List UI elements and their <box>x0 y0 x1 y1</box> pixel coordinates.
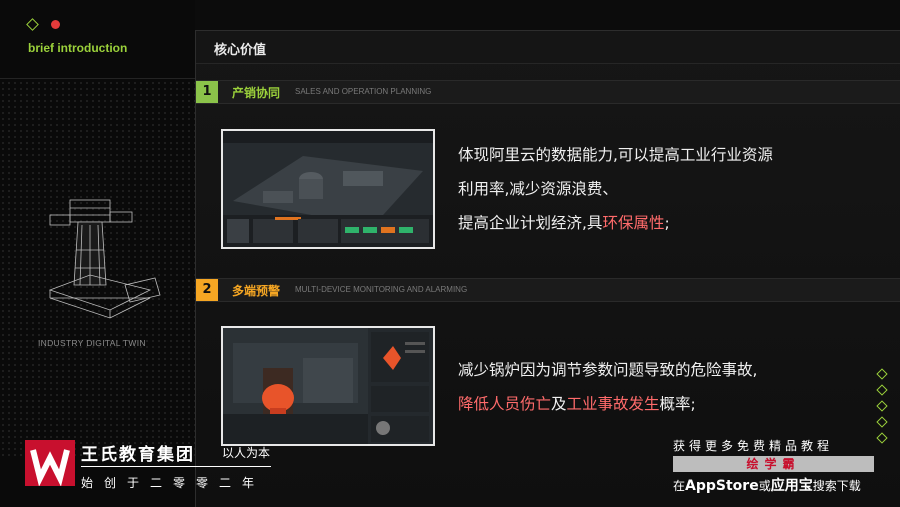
main-panel: 核心价值 1 产销协同 SALES AND OPERATION PLANNING <box>195 30 900 507</box>
factory-dashboard-screenshot <box>221 129 435 249</box>
diamond-icon <box>26 18 39 31</box>
text-fragment: 提高企业计划经济,具 <box>458 214 603 232</box>
yingyongbao-label: 应用宝 <box>770 478 813 494</box>
page-title: 核心价值 <box>214 43 267 58</box>
section-1-description: 体现阿里云的数据能力,可以提高工业行业资源 利用率,减少资源浪费、 提高企业计划… <box>458 138 773 240</box>
right-decoration <box>876 368 888 444</box>
section-header-2: 2 多端预警 MULTI-DEVICE MONITORING AND ALARM… <box>196 278 900 302</box>
text-fragment: ; <box>664 214 670 232</box>
section-title: 产销协同 <box>232 86 281 100</box>
appstore-label: AppStore <box>685 478 759 494</box>
highlight-text: 降低人员伤亡 <box>458 395 552 413</box>
section-subtitle: SALES AND OPERATION PLANNING <box>295 87 432 96</box>
text-line: 体现阿里云的数据能力,可以提高工业行业资源 <box>458 146 773 164</box>
brand-since: 始创于二零零二年 <box>81 476 266 490</box>
section-2-description: 减少锅炉因为调节参数问题导致的危险事故, 降低人员伤亡及工业事故发生概率; <box>458 353 757 421</box>
text-fragment: 或 <box>758 479 771 493</box>
text-fragment: 概率; <box>659 395 696 413</box>
text-line: 利用率,减少资源浪费、 <box>458 180 618 198</box>
diamond-icon <box>876 416 888 428</box>
brand-name: 王氏教育集团 <box>81 445 195 465</box>
diamond-icon <box>876 384 888 396</box>
monitoring-dashboard-screenshot <box>221 326 435 446</box>
text-line: 提高企业计划经济,具环保属性; <box>458 206 773 240</box>
top-icons <box>26 18 60 31</box>
text-line: 降低人员伤亡及工业事故发生概率; <box>458 387 757 421</box>
text-fragment: 及 <box>551 395 567 413</box>
brand-slogan: 以人为本 <box>222 446 271 460</box>
highlight-text: 工业事故发生 <box>566 395 660 413</box>
diamond-icon <box>876 432 888 444</box>
header-bar: 核心价值 <box>196 30 900 64</box>
industry-digital-twin-label: INDUSTRY DIGITAL TWIN <box>38 338 146 348</box>
red-dot-icon <box>51 20 60 29</box>
section-title: 多端预警 <box>232 284 281 298</box>
diamond-icon <box>876 368 888 380</box>
section-number-badge: 2 <box>196 279 218 301</box>
brief-introduction-label: brief introduction <box>28 41 128 55</box>
highlight-text: 环保属性 <box>602 214 665 232</box>
promo-text: 获得更多免费精品教程 <box>673 439 834 453</box>
text-fragment: 在 <box>673 479 686 493</box>
industrial-tower-illustration <box>48 199 161 319</box>
left-rail: brief introduction INDUSTRY DIGITAL TWIN <box>0 0 195 507</box>
divider <box>0 78 195 79</box>
brand-logo <box>25 440 75 486</box>
slide: brief introduction INDUSTRY DIGITAL TWIN… <box>0 0 900 507</box>
promo-download-text: 在AppStore或应用宝搜索下载 <box>673 475 861 495</box>
diamond-icon <box>876 400 888 412</box>
section-subtitle: MULTI-DEVICE MONITORING AND ALARMING <box>295 285 468 294</box>
factory-scene-image <box>223 131 433 247</box>
text-fragment: 搜索下载 <box>812 479 861 493</box>
section-number-badge: 1 <box>196 81 218 103</box>
w-logo-icon <box>30 449 70 486</box>
promo-app-name: 绘学霸 <box>673 456 874 472</box>
section-header-1: 1 产销协同 SALES AND OPERATION PLANNING <box>196 80 900 104</box>
brand-divider <box>81 466 271 467</box>
boiler-monitor-image <box>223 328 433 444</box>
text-line: 减少锅炉因为调节参数问题导致的危险事故, <box>458 361 758 379</box>
